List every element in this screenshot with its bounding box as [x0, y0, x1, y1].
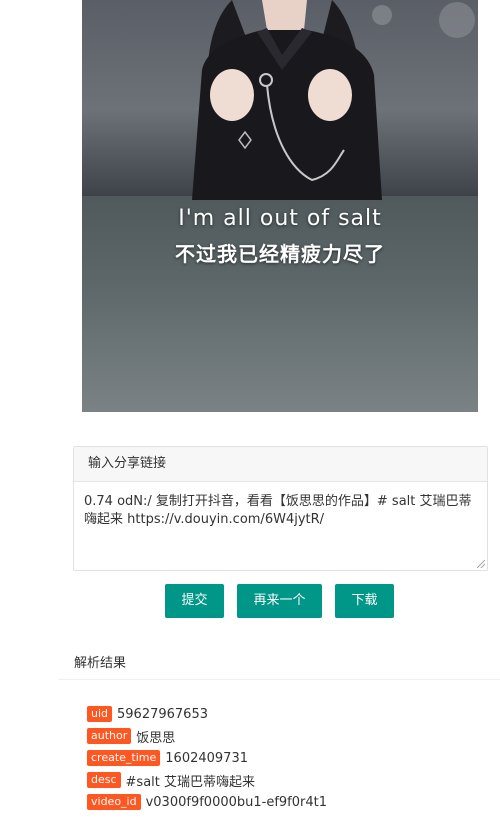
result-divider: [58, 679, 500, 680]
result-row-create-time: create_time 1602409731: [87, 749, 248, 767]
video-preview[interactable]: I'm all out of salt 不过我已经精疲力尽了: [82, 0, 478, 412]
desc-value: #salt 艾瑞巴蒂嗨起来: [125, 774, 256, 790]
result-row-desc: desc #salt 艾瑞巴蒂嗨起来: [87, 771, 256, 790]
result-row-author: author 饭思思: [87, 727, 176, 746]
video-id-value: v0300f9f0000bu1-ef9f0r4t1: [145, 794, 328, 810]
share-link-card: 输入分享链接 0.74 odN:/ 复制打开抖音，看看【饭思思的作品】# sal…: [73, 446, 488, 571]
person-illustration: [192, 0, 475, 200]
desc-tag: desc: [87, 772, 121, 788]
again-button[interactable]: 再来一个: [237, 584, 322, 618]
result-title: 解析结果: [74, 656, 127, 671]
author-tag: author: [87, 728, 132, 744]
video-id-tag: video_id: [87, 794, 141, 810]
subtitle-chinese: 不过我已经精疲力尽了: [175, 242, 385, 266]
result-row-video-id: video_id v0300f9f0000bu1-ef9f0r4t1: [87, 793, 327, 811]
create-time-value: 1602409731: [165, 750, 248, 766]
result-row-uid: uid 59627967653: [87, 705, 208, 723]
uid-tag: uid: [87, 706, 113, 722]
subtitle-english: I'm all out of salt: [178, 206, 382, 231]
share-link-header: 输入分享链接: [74, 447, 487, 482]
resize-handle-icon[interactable]: [477, 560, 485, 568]
share-link-textarea[interactable]: 0.74 odN:/ 复制打开抖音，看看【饭思思的作品】# salt 艾瑞巴蒂嗨…: [74, 482, 487, 529]
author-value: 饭思思: [136, 730, 176, 746]
download-button[interactable]: 下载: [335, 584, 394, 618]
create-time-tag: create_time: [87, 750, 161, 766]
uid-value: 59627967653: [117, 706, 208, 722]
submit-button[interactable]: 提交: [165, 584, 224, 618]
